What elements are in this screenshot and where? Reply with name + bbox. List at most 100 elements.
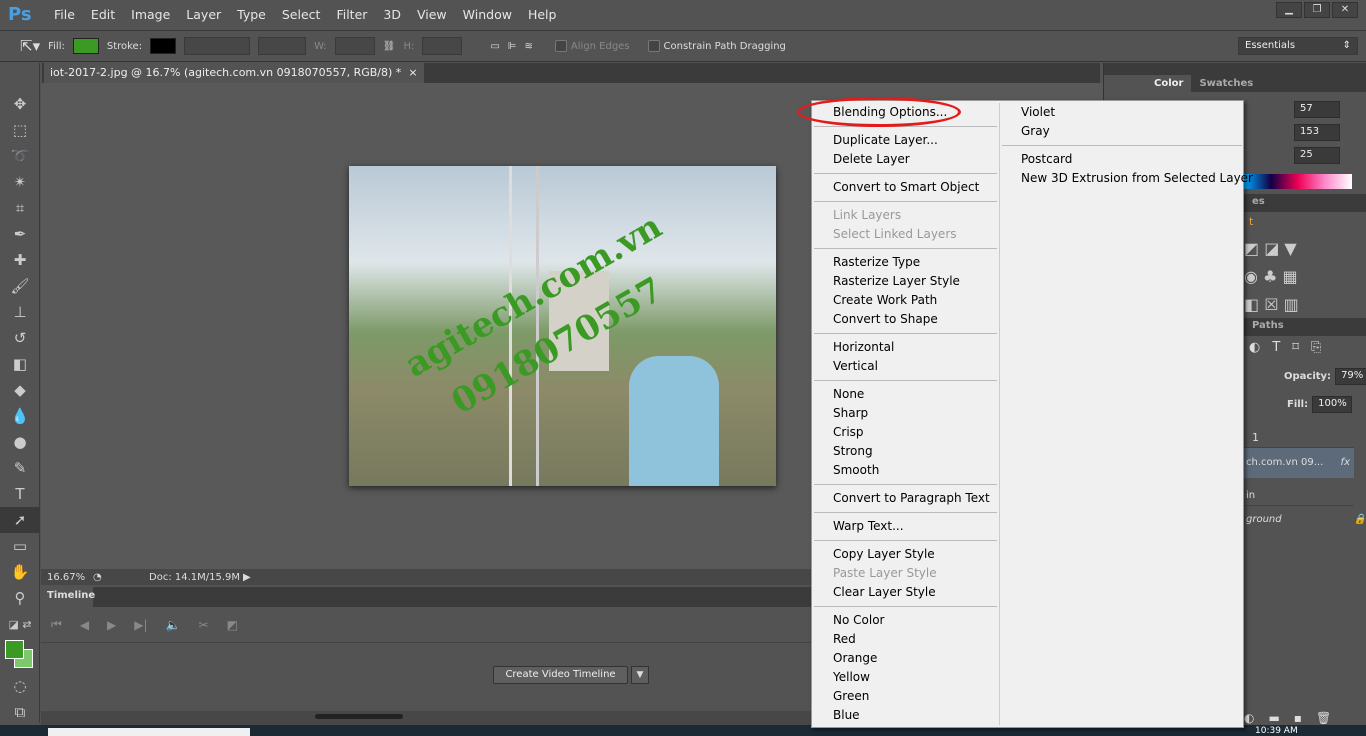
red-value[interactable]: 57 — [1294, 101, 1340, 118]
audio-icon[interactable]: 🔈 — [166, 618, 181, 632]
menu-item-copy-layer-style[interactable]: Copy Layer Style — [812, 545, 997, 564]
path-alignment-icon[interactable]: ⊫ — [508, 41, 517, 52]
menu-item-yellow[interactable]: Yellow — [812, 668, 997, 687]
hand-tool-icon[interactable]: ✋ — [0, 559, 40, 585]
menu-view[interactable]: View — [409, 7, 455, 22]
menu-item-clear-layer-style[interactable]: Clear Layer Style — [812, 583, 997, 602]
menu-edit[interactable]: Edit — [83, 7, 123, 22]
play-icon[interactable]: ▶ — [107, 618, 116, 632]
menu-item-gray[interactable]: Gray — [1000, 122, 1242, 141]
eyedropper-icon[interactable]: ✒ — [0, 221, 40, 247]
menu-item-blue[interactable]: Blue — [812, 706, 997, 725]
path-operations-icon[interactable]: ▭ — [490, 41, 499, 52]
workspace-dropdown[interactable]: Essentials ⇕ — [1238, 37, 1358, 55]
menu-item-duplicate-layer[interactable]: Duplicate Layer... — [812, 131, 997, 150]
fx-icon[interactable]: fx — [1341, 448, 1350, 478]
foreground-color-swatch[interactable] — [5, 640, 24, 659]
marquee-tool-icon[interactable]: ⬚ — [0, 117, 40, 143]
eraser-icon[interactable]: ◧ — [0, 351, 40, 377]
menu-image[interactable]: Image — [123, 7, 178, 22]
document-tab[interactable]: iot-2017-2.jpg @ 16.7% (agitech.com.vn 0… — [44, 63, 424, 83]
menu-item-none[interactable]: None — [812, 385, 997, 404]
screen-mode-icon[interactable]: ⧉ — [0, 699, 40, 725]
quick-mask-icon[interactable]: ◌ — [0, 673, 40, 699]
menu-item-rasterize-layer-style[interactable]: Rasterize Layer Style — [812, 272, 997, 291]
rectangle-tool-icon[interactable]: ▭ — [0, 533, 40, 559]
path-selection-icon[interactable]: ➚ — [0, 507, 40, 533]
close-tab-icon[interactable]: × — [408, 66, 417, 79]
type-tool-icon[interactable]: T — [0, 481, 40, 507]
menu-item-delete-layer[interactable]: Delete Layer — [812, 150, 997, 169]
green-value[interactable]: 153 — [1294, 124, 1340, 141]
stroke-swatch[interactable] — [150, 38, 177, 54]
split-icon[interactable]: ✂ — [199, 618, 209, 632]
status-menu-arrow[interactable]: ▶ — [243, 572, 251, 583]
menu-item-violet[interactable]: Violet — [1000, 103, 1242, 122]
layer-row[interactable]: 1 — [1244, 418, 1354, 448]
width-field[interactable] — [334, 37, 375, 55]
menu-layer[interactable]: Layer — [178, 7, 229, 22]
menu-item-smooth[interactable]: Smooth — [812, 461, 997, 480]
next-frame-icon[interactable]: ▶| — [134, 618, 147, 632]
color-tab[interactable]: Color — [1146, 75, 1192, 92]
lasso-tool-icon[interactable]: ➰ — [0, 143, 40, 169]
close-button[interactable]: ✕ — [1332, 2, 1358, 18]
first-frame-icon[interactable]: ⏮ — [51, 617, 62, 632]
status-icon[interactable]: ◔ — [93, 572, 113, 583]
menu-item-convert-to-smart-object[interactable]: Convert to Smart Object — [812, 178, 997, 197]
zoom-level[interactable]: 16.67% — [41, 572, 93, 583]
menu-item-no-color[interactable]: No Color — [812, 611, 997, 630]
layer-filter-icons[interactable]: ◐T⌑⎘ — [1249, 340, 1333, 355]
blue-value[interactable]: 25 — [1294, 147, 1340, 164]
height-field[interactable] — [422, 37, 463, 55]
path-arrangement-icon[interactable]: ≋ — [525, 41, 533, 52]
path-selection-tool-icon[interactable]: ⇱▾ — [20, 37, 40, 55]
menu-3d[interactable]: 3D — [375, 7, 409, 22]
pen-tool-icon[interactable]: ✎ — [0, 455, 40, 481]
menu-item-convert-to-shape[interactable]: Convert to Shape — [812, 310, 997, 329]
document-image[interactable]: agitech.com.vn 0918070557 — [349, 166, 776, 486]
restore-button[interactable]: ❐ — [1304, 2, 1330, 18]
menu-filter[interactable]: Filter — [328, 7, 375, 22]
default-colors-icon[interactable]: ◪ ⇄ — [0, 611, 40, 637]
minimize-button[interactable]: ▁ — [1276, 2, 1302, 18]
menu-item-crisp[interactable]: Crisp — [812, 423, 997, 442]
crop-tool-icon[interactable]: ⌗ — [0, 195, 40, 221]
history-brush-icon[interactable]: ↺ — [0, 325, 40, 351]
blur-tool-icon[interactable]: 💧 — [0, 403, 40, 429]
zoom-tool-icon[interactable]: ⚲ — [0, 585, 40, 611]
color-swatches[interactable] — [0, 637, 39, 673]
clone-stamp-icon[interactable]: ⊥ — [0, 299, 40, 325]
layer-row[interactable]: in — [1244, 478, 1354, 506]
magic-wand-icon[interactable]: ✴ — [0, 169, 40, 195]
menu-item-postcard[interactable]: Postcard — [1000, 150, 1242, 169]
menu-item-green[interactable]: Green — [812, 687, 997, 706]
menu-item-strong[interactable]: Strong — [812, 442, 997, 461]
prev-frame-icon[interactable]: ◀ — [80, 618, 89, 632]
menu-item-warp-text[interactable]: Warp Text... — [812, 517, 997, 536]
transition-icon[interactable]: ◩ — [227, 618, 238, 632]
constrain-path-checkbox[interactable]: Constrain Path Dragging — [647, 40, 786, 52]
menu-window[interactable]: Window — [455, 7, 520, 22]
menu-type[interactable]: Type — [229, 7, 274, 22]
fill-swatch[interactable] — [72, 38, 99, 54]
menu-item-sharp[interactable]: Sharp — [812, 404, 997, 423]
layers-footer-icons[interactable]: ◐▬▪🗑 — [1244, 711, 1345, 725]
timeline-tab[interactable]: Timeline — [41, 587, 95, 607]
paths-tab[interactable]: Paths — [1244, 317, 1292, 334]
healing-brush-icon[interactable]: ✚ — [0, 247, 40, 273]
paint-bucket-icon[interactable]: ◆ — [0, 377, 40, 403]
layer-row-selected[interactable]: ch.com.vn 09... fx — [1244, 448, 1354, 478]
menu-item-horizontal[interactable]: Horizontal — [812, 338, 997, 357]
menu-item-red[interactable]: Red — [812, 630, 997, 649]
menu-item-orange[interactable]: Orange — [812, 649, 997, 668]
color-spectrum[interactable] — [1244, 174, 1352, 189]
swatches-tab[interactable]: Swatches — [1191, 75, 1261, 92]
menu-item-create-work-path[interactable]: Create Work Path — [812, 291, 997, 310]
align-edges-checkbox[interactable]: Align Edges — [554, 40, 630, 52]
menu-item-convert-to-paragraph-text[interactable]: Convert to Paragraph Text — [812, 489, 997, 508]
brush-tool-icon[interactable]: 🖌 — [0, 273, 40, 299]
adjustment-icons[interactable]: ◩ ◪ ▼ ◉ ♣ ▦ ◧ ☒ ▥ — [1244, 235, 1299, 319]
menu-select[interactable]: Select — [274, 7, 329, 22]
menu-item-rasterize-type[interactable]: Rasterize Type — [812, 253, 997, 272]
